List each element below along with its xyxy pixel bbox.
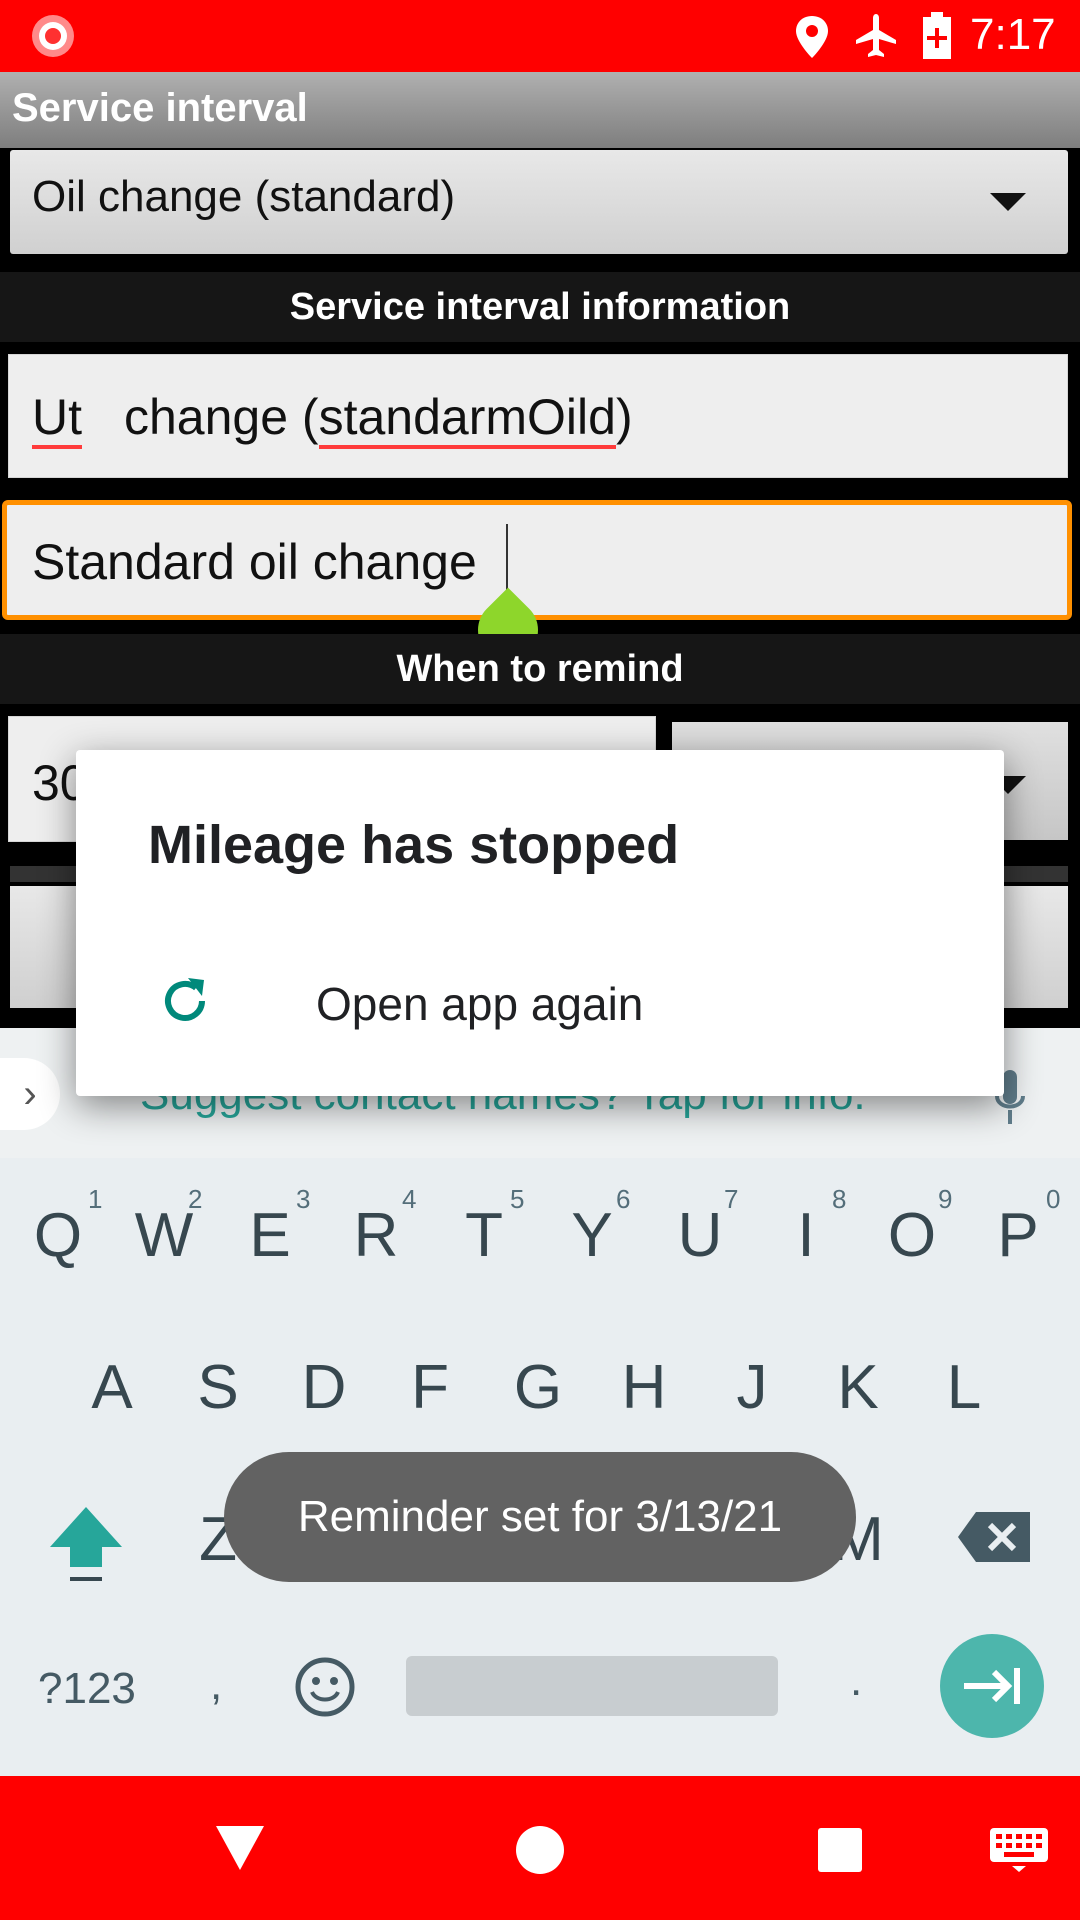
emoji-icon[interactable] (294, 1656, 356, 1718)
dialog-title: Mileage has stopped (148, 815, 680, 875)
key-f[interactable]: F (390, 1352, 470, 1423)
backspace-icon[interactable] (956, 1510, 1032, 1564)
section-header-info: Service interval information (0, 272, 1080, 342)
description-value: Standard oil change (32, 534, 477, 590)
status-bar (0, 0, 1080, 72)
key-h[interactable]: H (604, 1352, 684, 1423)
key-hint: 1 (88, 1184, 103, 1214)
comma-key[interactable]: , (210, 1660, 222, 1710)
recents-icon[interactable] (816, 1826, 864, 1874)
tab-next-icon (964, 1668, 1020, 1704)
keyboard-switch-icon[interactable] (988, 1826, 1050, 1872)
key-a[interactable]: A (72, 1352, 152, 1423)
name-text-segment: ) (615, 389, 633, 445)
key-hint: 6 (616, 1184, 631, 1214)
key-hint: 3 (296, 1184, 311, 1214)
key-l[interactable]: L (924, 1352, 1004, 1423)
screen-record-icon-dot (45, 28, 61, 44)
battery-charging-icon (923, 12, 951, 59)
shift-icon[interactable] (48, 1505, 124, 1583)
key-s[interactable]: S (178, 1352, 258, 1423)
name-text-segment: change ( (124, 389, 319, 445)
key-g[interactable]: G (498, 1352, 578, 1423)
space-bar[interactable] (406, 1656, 778, 1716)
key-hint: 5 (510, 1184, 525, 1214)
chevron-down-icon (990, 193, 1026, 211)
key-hint: 4 (402, 1184, 417, 1214)
key-j[interactable]: J (712, 1352, 792, 1423)
service-type-selected: Oil change (standard) (32, 172, 456, 221)
page-title: Service interval (12, 86, 308, 130)
misspelled-word: Ut (32, 389, 82, 449)
key-q[interactable]: Q (18, 1200, 98, 1271)
clock: 7:17 (970, 10, 1056, 59)
reload-icon (165, 978, 205, 1021)
home-icon[interactable] (514, 1824, 566, 1876)
key-hint: 7 (724, 1184, 739, 1214)
key-hint: 2 (188, 1184, 203, 1214)
section-header-remind: When to remind (0, 634, 1080, 704)
symbols-key[interactable]: ?123 (38, 1664, 136, 1714)
location-icon (796, 16, 828, 58)
key-hint: 8 (832, 1184, 847, 1214)
toast-message: Reminder set for 3/13/21 (224, 1452, 856, 1582)
key-k[interactable]: K (818, 1352, 898, 1423)
key-hint: 0 (1046, 1184, 1061, 1214)
airplane-icon (856, 14, 896, 57)
dialog-action-label: Open app again (316, 978, 644, 1030)
service-name-value: Ut change (standarmOild) (32, 388, 633, 449)
misspelled-word: standarmOild (318, 389, 616, 449)
key-d[interactable]: D (284, 1352, 364, 1423)
back-icon[interactable] (214, 1824, 266, 1872)
key-hint: 9 (938, 1184, 953, 1214)
period-key[interactable]: . (850, 1656, 862, 1706)
